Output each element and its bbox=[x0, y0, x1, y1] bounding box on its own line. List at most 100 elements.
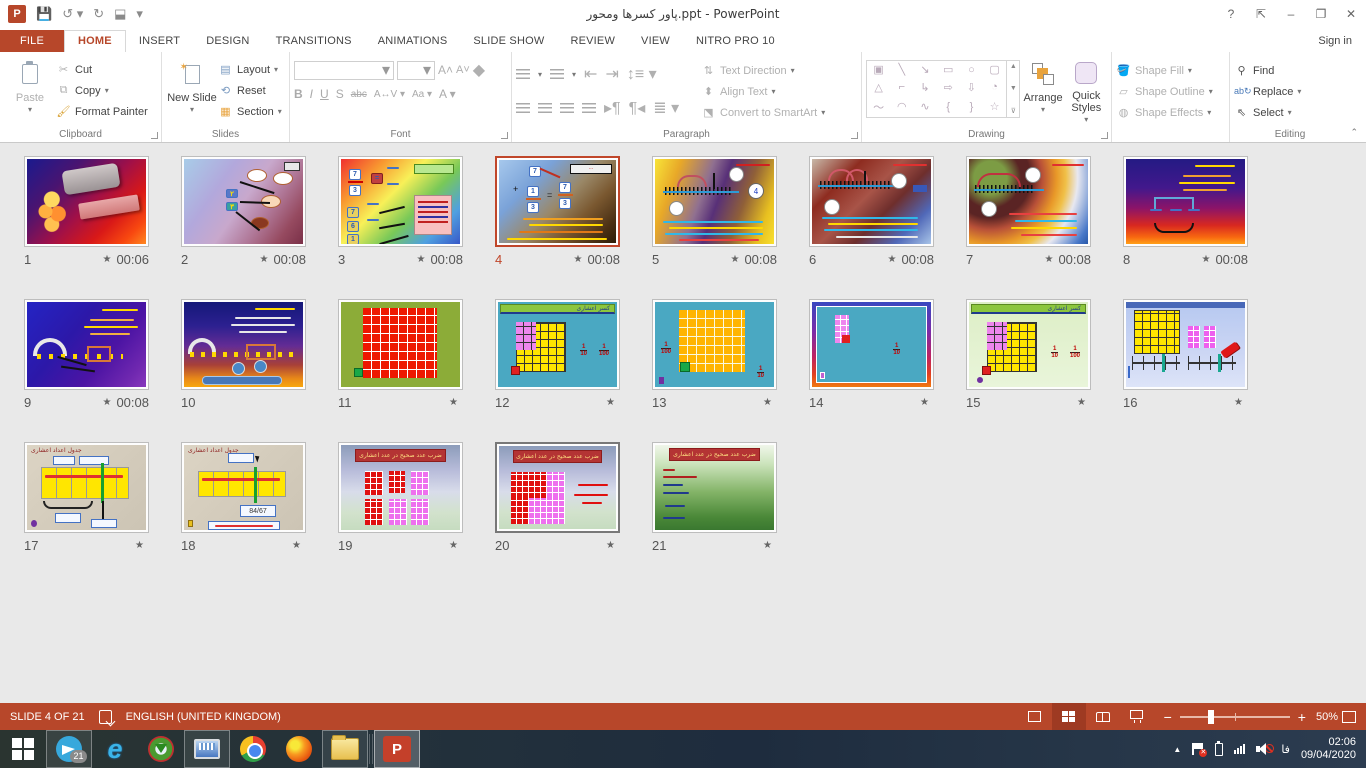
undo-button[interactable]: ↺ ▾ bbox=[62, 6, 83, 22]
language-indicator[interactable]: فا bbox=[1281, 743, 1290, 756]
taskbar-chrome[interactable] bbox=[230, 730, 276, 768]
oval-shape-icon[interactable]: ○ bbox=[968, 64, 975, 76]
cut-button[interactable]: ✂Cut bbox=[56, 61, 148, 78]
tab-transitions[interactable]: TRANSITIONS bbox=[263, 31, 365, 52]
slide-thumbnail-1[interactable]: 1★00:06 bbox=[24, 156, 181, 299]
tab-slideshow[interactable]: SLIDE SHOW bbox=[460, 31, 557, 52]
bold-button[interactable]: B bbox=[294, 87, 303, 101]
left-brace-shape-icon[interactable]: { bbox=[946, 101, 950, 113]
tab-home[interactable]: HOME bbox=[64, 30, 126, 52]
line-spacing-icon[interactable]: ↕≡ ▾ bbox=[627, 64, 657, 84]
save-button[interactable]: 💾 bbox=[36, 6, 52, 22]
zoom-slider[interactable] bbox=[1180, 716, 1290, 718]
zoom-in-button[interactable]: + bbox=[1298, 709, 1306, 725]
slide-thumbnail-21[interactable]: ضرب عدد صحیح در عدد اعشاری 21★ bbox=[652, 442, 809, 585]
help-button[interactable]: ? bbox=[1216, 1, 1246, 27]
elbow-arrow-shape-icon[interactable]: ↳ bbox=[920, 81, 929, 94]
slide-thumbnail-5[interactable]: 4 5★00:08 bbox=[652, 156, 809, 299]
rectangle-shape-icon[interactable]: ▭ bbox=[943, 63, 953, 76]
slide-thumbnail-4-selected[interactable]: ··· 7 + 1 3 = 7 3 4★00:08 bbox=[495, 156, 652, 299]
bullets-icon[interactable] bbox=[516, 69, 530, 80]
action-center-alert-icon[interactable]: ✕ bbox=[1192, 743, 1204, 755]
slide-thumbnail-16[interactable]: 16★ bbox=[1123, 299, 1280, 442]
slide-thumbnail-15[interactable]: کسر اعشاری 110 1100 15★ bbox=[966, 299, 1123, 442]
slide-thumbnail-2[interactable]: ۲ ٣ 2★00:08 bbox=[181, 156, 338, 299]
slide-thumbnail-13[interactable]: 1100 110 13★ bbox=[652, 299, 809, 442]
pie-shape-icon[interactable]: ◔ bbox=[991, 81, 998, 93]
layout-button[interactable]: ▤Layout ▾ bbox=[218, 61, 282, 78]
textbox-shape-icon[interactable]: ▣ bbox=[873, 63, 883, 76]
taskbar-remote-desktop[interactable] bbox=[184, 730, 230, 768]
rounded-rect-shape-icon[interactable]: ▢ bbox=[989, 63, 999, 76]
new-slide-button[interactable]: ✶ New Slide▾ bbox=[166, 56, 218, 126]
align-right-icon[interactable] bbox=[560, 103, 574, 114]
paste-button[interactable]: Paste▾ bbox=[4, 56, 56, 126]
slide-thumbnail-17[interactable]: جدول اعداد اعشاری 17★ bbox=[24, 442, 181, 585]
shape-fill-button[interactable]: 🪣Shape Fill ▾ bbox=[1116, 62, 1213, 79]
curve-shape-icon[interactable]: ∿ bbox=[920, 100, 929, 113]
hidden-icons-button[interactable]: ▲ bbox=[1173, 745, 1181, 754]
shrink-font-button[interactable]: A˅ bbox=[456, 64, 470, 76]
justify-icon[interactable] bbox=[582, 103, 596, 114]
columns-icon[interactable]: ≣ ▾ bbox=[653, 98, 679, 118]
find-button[interactable]: ⚲Find bbox=[1234, 62, 1301, 79]
italic-button[interactable]: I bbox=[310, 87, 313, 101]
volume-muted-icon[interactable] bbox=[1256, 743, 1270, 755]
down-arrow-shape-icon[interactable]: ⇩ bbox=[967, 81, 976, 94]
slide-thumbnail-18[interactable]: جدول اعداد اعشاری 84/67 18★ bbox=[181, 442, 338, 585]
fit-to-window-button[interactable] bbox=[1342, 711, 1356, 723]
shape-outline-button[interactable]: ▱Shape Outline ▾ bbox=[1116, 83, 1213, 100]
align-left-icon[interactable] bbox=[516, 103, 530, 114]
taskbar-telegram[interactable]: 21 bbox=[46, 730, 92, 768]
increase-indent-icon[interactable]: ⇥ bbox=[605, 64, 618, 84]
zoom-out-button[interactable]: − bbox=[1164, 709, 1172, 725]
underline-button[interactable]: U bbox=[320, 87, 329, 101]
taskbar-internet-explorer[interactable]: e bbox=[92, 730, 138, 768]
battery-icon[interactable] bbox=[1215, 743, 1223, 756]
scribble-shape-icon[interactable]: 〜 bbox=[873, 99, 884, 115]
grow-font-button[interactable]: A˄ bbox=[438, 63, 453, 77]
decrease-indent-icon[interactable]: ⇤ bbox=[584, 64, 597, 84]
sign-in-link[interactable]: Sign in bbox=[1304, 31, 1366, 52]
close-button[interactable]: ✕ bbox=[1336, 1, 1366, 27]
taskbar-file-explorer[interactable] bbox=[322, 730, 368, 768]
arrange-button[interactable]: Arrange▾ bbox=[1020, 56, 1065, 126]
collapse-ribbon-button[interactable]: ⌃ bbox=[1350, 127, 1358, 138]
format-painter-button[interactable]: 🖌Format Painter bbox=[56, 103, 148, 120]
align-center-icon[interactable] bbox=[538, 103, 552, 114]
text-shadow-button[interactable]: S bbox=[336, 87, 344, 101]
spell-check-icon[interactable] bbox=[99, 710, 112, 724]
font-color-button[interactable]: A ▾ bbox=[439, 87, 456, 101]
shapes-gallery[interactable]: ▣╲↘▭○▢ △⌐↳⇨⇩◔ 〜◠∿{}☆ bbox=[866, 60, 1007, 118]
change-case-button[interactable]: Aa ▾ bbox=[412, 89, 432, 100]
text-direction-button[interactable]: ⇅Text Direction ▾ bbox=[701, 62, 825, 79]
copy-button[interactable]: ⧉Copy ▾ bbox=[56, 82, 148, 99]
slideshow-view-button[interactable] bbox=[1120, 703, 1154, 730]
slide-thumbnail-20[interactable]: ضرب عدد صحیح در عدد اعشاری 20★ bbox=[495, 442, 652, 585]
font-size-combo[interactable]: ▾ bbox=[397, 61, 435, 80]
start-slideshow-button[interactable]: ⬓ bbox=[114, 6, 126, 22]
triangle-shape-icon[interactable]: △ bbox=[874, 81, 882, 94]
slide-thumbnail-12[interactable]: کسر اعشاری 110 1100 12★ bbox=[495, 299, 652, 442]
taskbar-idm[interactable] bbox=[138, 730, 184, 768]
normal-view-button[interactable] bbox=[1018, 703, 1052, 730]
slide-thumbnail-14[interactable]: 110 14★ bbox=[809, 299, 966, 442]
elbow-shape-icon[interactable]: ⌐ bbox=[899, 81, 905, 93]
zoom-slider-thumb[interactable] bbox=[1208, 710, 1214, 724]
taskbar-powerpoint-active[interactable]: P bbox=[374, 730, 420, 768]
minimize-button[interactable]: – bbox=[1276, 1, 1306, 27]
start-button[interactable] bbox=[0, 730, 46, 768]
quick-styles-button[interactable]: Quick Styles▾ bbox=[1066, 56, 1107, 126]
shape-effects-button[interactable]: ◍Shape Effects ▾ bbox=[1116, 104, 1213, 121]
section-button[interactable]: ▦Section ▾ bbox=[218, 103, 282, 120]
replace-button[interactable]: ab↻Replace ▾ bbox=[1234, 83, 1301, 100]
ltr-direction-icon[interactable]: ▸¶ bbox=[604, 98, 621, 118]
slide-sorter-view-button[interactable] bbox=[1052, 703, 1086, 730]
clipboard-dialog-launcher[interactable] bbox=[151, 132, 158, 139]
convert-smartart-button[interactable]: ⬔Convert to SmartArt ▾ bbox=[701, 104, 825, 121]
font-name-combo[interactable]: ▾ bbox=[294, 61, 394, 80]
tab-review[interactable]: REVIEW bbox=[557, 31, 628, 52]
redo-button[interactable]: ↻ bbox=[93, 6, 104, 22]
tab-insert[interactable]: INSERT bbox=[126, 31, 193, 52]
slide-thumbnail-8[interactable]: 8★00:08 bbox=[1123, 156, 1280, 299]
